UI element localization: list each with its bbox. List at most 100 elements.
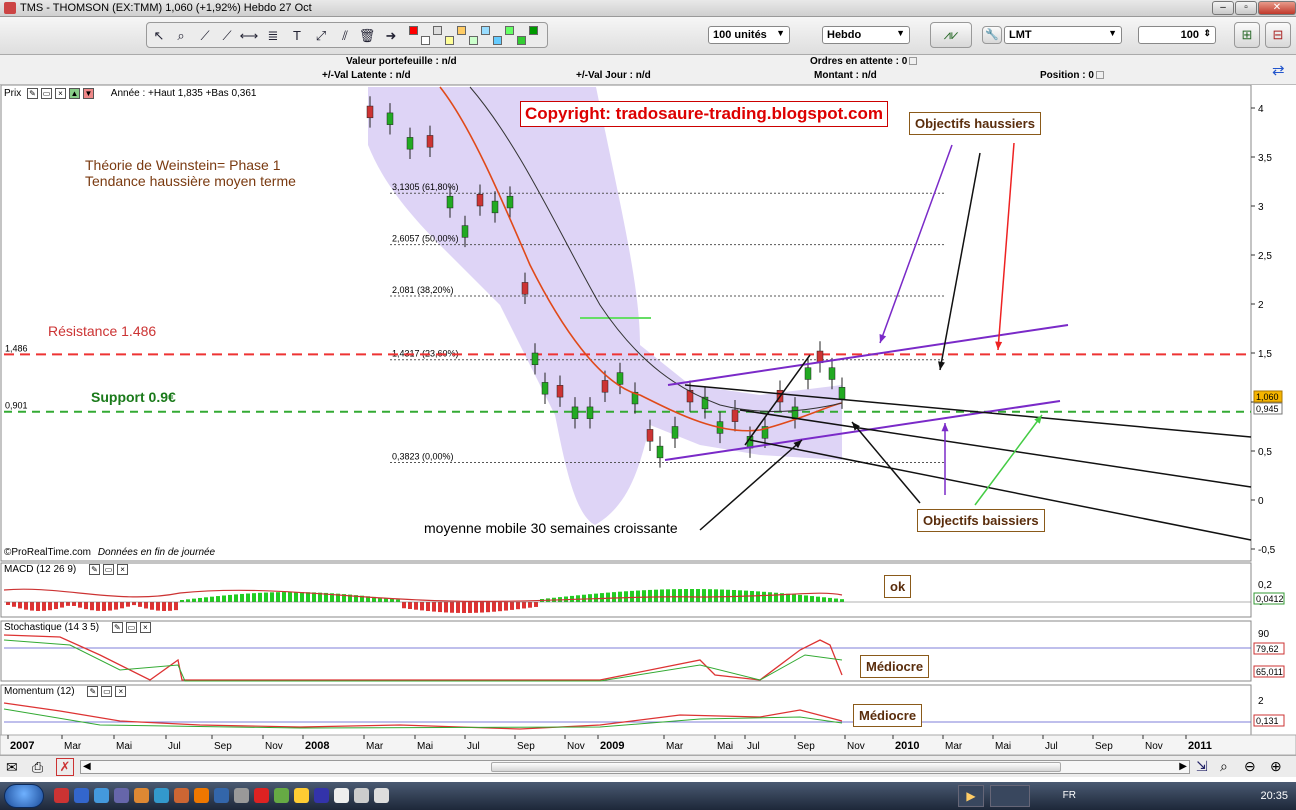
wrench-icon[interactable]: ✎ (27, 88, 39, 99)
no-cursor-icon[interactable]: ✗ (56, 758, 74, 776)
ray-icon[interactable]: ⟋ (217, 26, 237, 46)
order-type-select[interactable]: LMT ▼ (1004, 26, 1122, 44)
chart-style-button[interactable]: ⩘⩗ (930, 22, 972, 48)
taskbar-app-icon[interactable] (114, 788, 129, 803)
close-icon[interactable] (1095, 71, 1104, 80)
pointer-icon[interactable]: ↖ (149, 26, 169, 46)
wrench-icon[interactable]: ✎ (111, 622, 123, 633)
zoom-in-icon[interactable]: ⊕ (1270, 758, 1282, 775)
scroll-right-icon[interactable]: ▶ (1179, 761, 1187, 772)
macd-bar (54, 602, 58, 610)
scroll-left-icon[interactable]: ◀ (83, 761, 91, 772)
macd-bar (264, 592, 268, 602)
macd-bar (300, 592, 304, 602)
macd-bar (666, 589, 670, 602)
trendline-icon[interactable]: ⟋ (195, 26, 215, 46)
close-icon[interactable]: × (55, 88, 67, 99)
taskbar-app-icon[interactable] (234, 788, 249, 803)
color-swatch[interactable] (445, 36, 454, 45)
taskbar-app-icon[interactable] (274, 788, 289, 803)
taskbar-app-icon[interactable] (154, 788, 169, 803)
units-select[interactable]: 100 unités ▼ (708, 26, 790, 44)
horizontal-line-icon[interactable]: ⟷ (239, 26, 259, 46)
window-icon[interactable]: ▭ (101, 686, 113, 697)
macd-bar (66, 602, 70, 606)
maximize-button[interactable]: ▫ (1235, 1, 1257, 15)
refresh-icon[interactable]: ⇄ (1272, 61, 1294, 81)
up-icon[interactable]: ▲ (69, 88, 81, 99)
fit-icon[interactable]: ⇲ (1196, 758, 1208, 775)
taskbar-app-icon[interactable] (214, 788, 229, 803)
macd-bar (186, 599, 190, 602)
period-select[interactable]: Hebdo ▼ (822, 26, 910, 44)
color-swatch[interactable] (433, 26, 442, 35)
text-tool-icon[interactable]: T (287, 26, 307, 46)
ma-note: moyenne mobile 30 semaines croissante (424, 520, 678, 536)
color-swatch[interactable] (469, 36, 478, 45)
media-icon[interactable]: ▶ (958, 785, 984, 807)
close-icon[interactable]: × (139, 622, 151, 633)
x-axis-label: Jul (747, 741, 760, 752)
close-icon[interactable] (909, 57, 918, 66)
candle-body (531, 352, 539, 366)
sell-order-button[interactable]: ⊟ (1265, 22, 1291, 48)
color-swatch[interactable] (493, 36, 502, 45)
fibonacci-icon[interactable]: ≣ (263, 26, 283, 46)
color-swatch[interactable] (505, 26, 514, 35)
parallel-icon[interactable]: ⫽ (335, 26, 355, 46)
print-icon[interactable]: ⎙ (32, 759, 43, 776)
close-icon[interactable]: × (117, 564, 129, 575)
taskbar-window-button[interactable] (990, 785, 1030, 807)
language-indicator[interactable]: FR (1063, 790, 1076, 801)
taskbar-app-icon[interactable] (134, 788, 149, 803)
wrench-icon[interactable]: 🔧 (982, 26, 1002, 44)
spinner-icon: ⇕ (1203, 28, 1211, 38)
taskbar-app-icon[interactable] (374, 788, 389, 803)
color-swatch[interactable] (457, 26, 466, 35)
color-swatch[interactable] (481, 26, 490, 35)
mail-icon[interactable]: ✉ (6, 759, 18, 776)
zoom-search-icon[interactable]: ⌕ (1220, 758, 1228, 775)
taskbar-app-icon[interactable] (54, 788, 69, 803)
start-button[interactable] (4, 784, 44, 808)
taskbar-app-icon[interactable] (74, 788, 89, 803)
window-icon[interactable]: ▭ (125, 622, 137, 633)
close-button[interactable]: ✕ (1258, 1, 1296, 15)
taskbar-app-icon[interactable] (194, 788, 209, 803)
color-swatch[interactable] (529, 26, 538, 35)
buy-order-button[interactable]: ⊞ (1234, 22, 1260, 48)
macd-bar (654, 589, 658, 602)
quantity-stepper[interactable]: 100 ⇕ (1138, 26, 1216, 44)
taskbar-app-icon[interactable] (174, 788, 189, 803)
minimize-button[interactable]: – (1212, 1, 1234, 15)
color-palette[interactable] (409, 26, 545, 46)
wrench-icon[interactable]: ✎ (87, 686, 99, 697)
horizontal-scrollbar[interactable]: ◀ ▶ (80, 760, 1190, 774)
trash-icon[interactable]: 🗑 (357, 26, 377, 46)
taskbar-app-icon[interactable] (334, 788, 349, 803)
color-swatch[interactable] (421, 36, 430, 45)
window-icon[interactable]: ▭ (41, 88, 53, 99)
zoom-out-icon[interactable]: ⊖ (1244, 758, 1256, 775)
scroll-thumb[interactable] (491, 762, 1061, 772)
arrow-right-icon[interactable]: ➜ (381, 26, 401, 46)
stoch-note: Médiocre (860, 655, 930, 678)
taskbar-app-icon[interactable] (94, 788, 109, 803)
taskbar-app-icon[interactable] (254, 788, 269, 803)
zoom-icon[interactable]: ⌕ (171, 26, 191, 46)
channel-icon[interactable]: ⤢ (311, 26, 331, 46)
down-icon[interactable]: ▼ (83, 88, 95, 99)
close-icon[interactable]: × (115, 686, 127, 697)
window-icon[interactable]: ▭ (103, 564, 115, 575)
taskbar-app-icon[interactable] (314, 788, 329, 803)
color-swatch[interactable] (409, 26, 418, 35)
taskbar-app-icon[interactable] (354, 788, 369, 803)
color-swatch[interactable] (517, 36, 526, 45)
macd-bar (444, 602, 448, 613)
period-value: Hebdo (827, 29, 862, 41)
macd-bar (108, 602, 112, 611)
taskbar-app-icon[interactable] (294, 788, 309, 803)
source-note: Données en fin de journée (97, 547, 216, 558)
momentum-tick: 2 (1258, 696, 1264, 707)
wrench-icon[interactable]: ✎ (89, 564, 101, 575)
